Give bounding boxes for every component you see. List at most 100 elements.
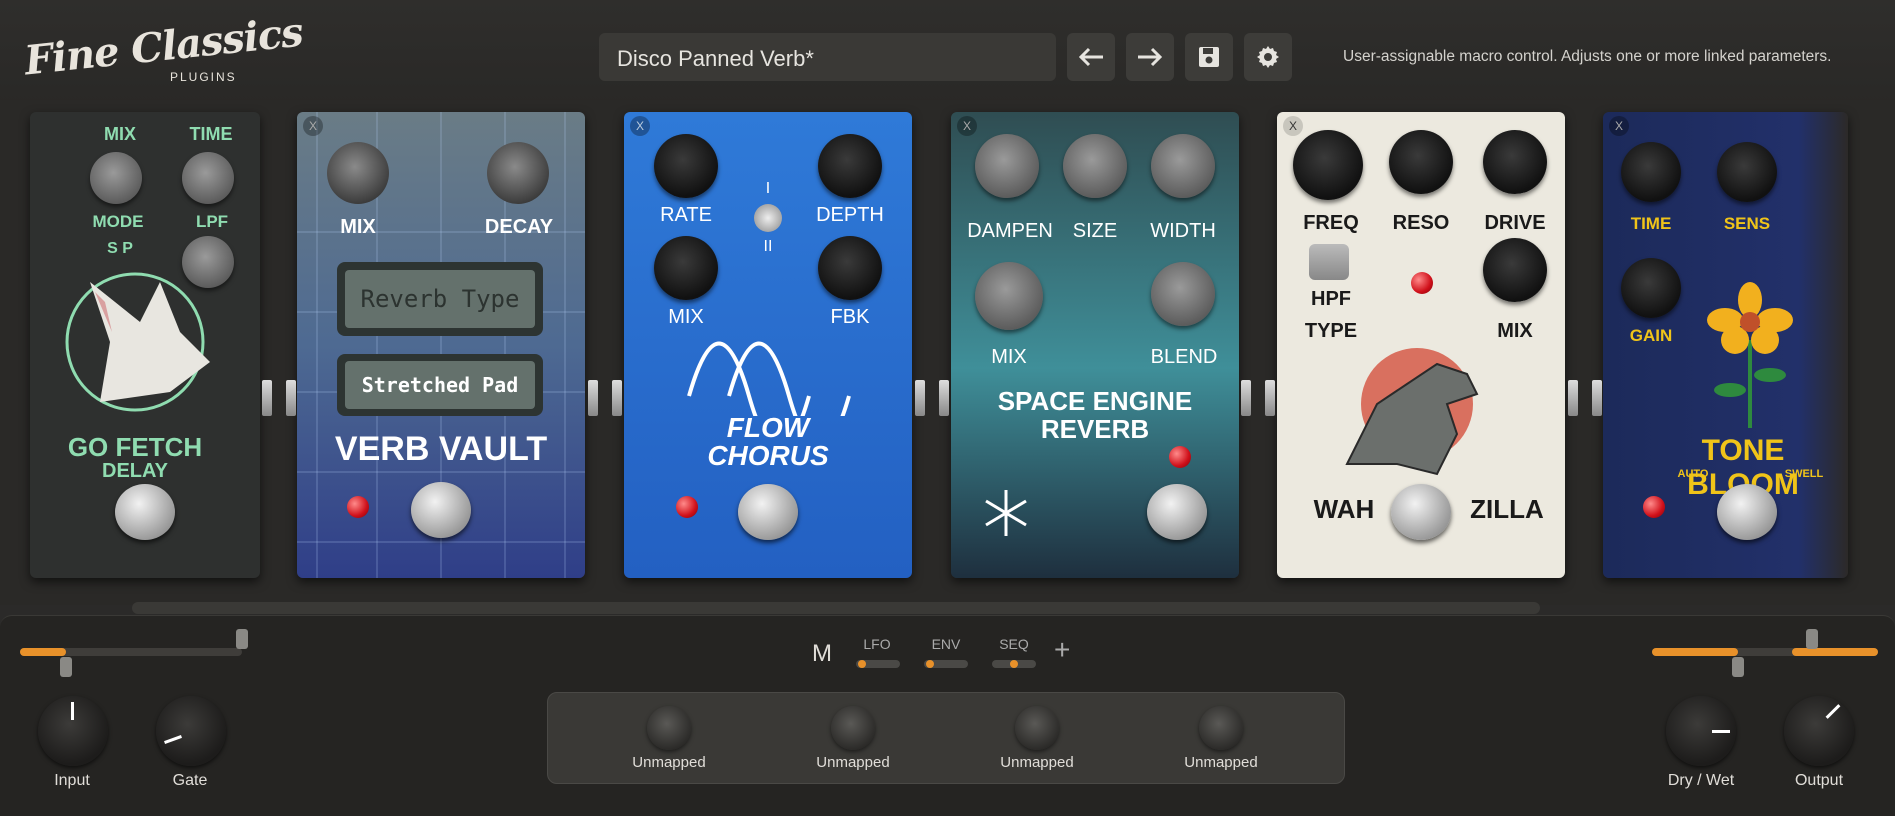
remove-bloom-button[interactable]: X bbox=[1609, 116, 1629, 136]
chorus-rate-knob[interactable] bbox=[654, 134, 718, 198]
wah-drive-label: DRIVE bbox=[1484, 212, 1546, 234]
env-tab[interactable]: ENV bbox=[926, 636, 966, 652]
save-icon bbox=[1199, 47, 1219, 67]
space-blend-label: BLEND bbox=[1150, 346, 1218, 368]
pedal-tone-bloom[interactable]: X TIME SENS GAIN TONE BLOOM AUTO SWELL bbox=[1603, 112, 1848, 578]
seq-slider[interactable] bbox=[992, 660, 1036, 668]
next-preset-button[interactable] bbox=[1126, 33, 1174, 81]
chorus-mix-knob[interactable] bbox=[654, 236, 718, 300]
verb-footswitch[interactable] bbox=[411, 482, 471, 538]
gate-threshold-handle[interactable] bbox=[236, 629, 248, 649]
pedal-space-engine[interactable]: X DAMPEN SIZE WIDTH MIX BLEND SPACE ENGI… bbox=[951, 112, 1239, 578]
macro-knob-3[interactable] bbox=[1015, 706, 1059, 750]
cable-jack bbox=[915, 380, 925, 416]
bloom-footswitch[interactable] bbox=[1717, 484, 1777, 540]
lfo-tab[interactable]: LFO bbox=[858, 636, 896, 652]
macro-knob-1[interactable] bbox=[647, 706, 691, 750]
bloom-gain-label: GAIN bbox=[1629, 326, 1673, 345]
dry-wet-knob[interactable] bbox=[1666, 696, 1736, 766]
bloom-sens-knob[interactable] bbox=[1717, 142, 1777, 202]
fetch-time-knob[interactable] bbox=[182, 152, 234, 204]
prev-preset-button[interactable] bbox=[1067, 33, 1115, 81]
lfo-slider[interactable] bbox=[856, 660, 900, 668]
logo-sub: PLUGINS bbox=[170, 70, 237, 84]
seq-tab[interactable]: SEQ bbox=[994, 636, 1034, 652]
wah-freq-knob[interactable] bbox=[1293, 130, 1363, 200]
chorus-fbk-knob[interactable] bbox=[818, 236, 882, 300]
space-led bbox=[1169, 446, 1191, 468]
space-footswitch[interactable] bbox=[1147, 484, 1207, 540]
save-button[interactable] bbox=[1185, 33, 1233, 81]
input-level-handle[interactable] bbox=[60, 657, 72, 677]
chorus-depth-label: DEPTH bbox=[816, 204, 884, 226]
chorus-depth-knob[interactable] bbox=[818, 134, 882, 198]
space-mix-knob[interactable] bbox=[975, 262, 1043, 330]
fetch-time-label: TIME bbox=[189, 124, 233, 144]
output-meter-fill-left bbox=[1652, 648, 1738, 656]
verb-mix-knob[interactable] bbox=[327, 142, 389, 204]
remove-verb-button[interactable]: X bbox=[303, 116, 323, 136]
space-blend-knob[interactable] bbox=[1151, 262, 1215, 326]
preset-name: Disco Panned Verb* bbox=[617, 46, 814, 71]
wah-name-right: ZILLA bbox=[1470, 494, 1544, 524]
chorus-rate-label: RATE bbox=[660, 204, 712, 226]
wah-reso-knob[interactable] bbox=[1389, 130, 1453, 194]
pedal-flow-chorus[interactable]: X RATE DEPTH I II MIX FBK FLOW CHORUS bbox=[624, 112, 912, 578]
cable-jack bbox=[1265, 380, 1275, 416]
cable-jack bbox=[1592, 380, 1602, 416]
gate-knob[interactable] bbox=[156, 696, 226, 766]
wah-drive-knob[interactable] bbox=[1483, 130, 1547, 194]
output-level-handle[interactable] bbox=[1732, 657, 1744, 677]
chorus-footswitch[interactable] bbox=[738, 484, 798, 540]
bloom-gain-knob[interactable] bbox=[1621, 258, 1681, 318]
preset-name-field[interactable]: Disco Panned Verb* bbox=[599, 33, 1056, 81]
monster-illustration bbox=[1345, 348, 1479, 476]
wah-freq-label: FREQ bbox=[1303, 212, 1359, 234]
output-knob[interactable] bbox=[1784, 696, 1854, 766]
fetch-mode-label: MODE bbox=[92, 212, 144, 231]
macro-knob-2[interactable] bbox=[831, 706, 875, 750]
arrow-left-icon bbox=[1078, 47, 1103, 67]
input-knob[interactable] bbox=[38, 696, 108, 766]
fetch-name: GO FETCH bbox=[67, 432, 203, 462]
space-width-knob[interactable] bbox=[1151, 134, 1215, 198]
rack-scrollbar[interactable] bbox=[132, 602, 1540, 614]
output-ceiling-handle[interactable] bbox=[1806, 629, 1818, 649]
verb-decay-knob[interactable] bbox=[487, 142, 549, 204]
verb-name: VERB VAULT bbox=[334, 430, 548, 468]
pedal-verb-vault[interactable]: X MIX DECAY Reverb Type Stretched Pad VE… bbox=[297, 112, 585, 578]
cable-jack bbox=[588, 380, 598, 416]
chorus-mode-toggle[interactable] bbox=[754, 204, 782, 232]
wah-footswitch[interactable] bbox=[1391, 484, 1451, 540]
wah-hpf-button[interactable] bbox=[1309, 244, 1349, 280]
fetch-sub: DELAY bbox=[102, 460, 168, 482]
chorus-led bbox=[676, 496, 698, 518]
space-size-knob[interactable] bbox=[1063, 134, 1127, 198]
fetch-mix-knob[interactable] bbox=[90, 152, 142, 204]
wave-graphic bbox=[687, 341, 851, 416]
remove-chorus-button[interactable]: X bbox=[630, 116, 650, 136]
reverb-type-display[interactable]: Reverb Type bbox=[337, 262, 543, 336]
reverb-preset-display[interactable]: Stretched Pad bbox=[337, 354, 543, 416]
wah-reso-label: RESO bbox=[1392, 212, 1450, 234]
bloom-time-knob[interactable] bbox=[1621, 142, 1681, 202]
verb-mix-label: MIX bbox=[340, 216, 376, 238]
chorus-switch-top-label: I bbox=[765, 180, 771, 197]
wah-mix-label: MIX bbox=[1497, 320, 1533, 342]
chorus-fbk-label: FBK bbox=[830, 306, 870, 328]
space-dampen-knob[interactable] bbox=[975, 134, 1039, 198]
fetch-footswitch[interactable] bbox=[115, 484, 175, 540]
macro-mode-button[interactable]: M bbox=[812, 640, 832, 668]
pedal-go-fetch[interactable]: MIX TIME MODE LPF S P GO FETCH DELAY bbox=[30, 112, 260, 578]
wah-mix-knob[interactable] bbox=[1483, 238, 1547, 302]
settings-button[interactable] bbox=[1244, 33, 1292, 81]
space-width-label: WIDTH bbox=[1150, 220, 1216, 242]
cable-jack bbox=[1568, 380, 1578, 416]
remove-space-button[interactable]: X bbox=[957, 116, 977, 136]
env-slider[interactable] bbox=[924, 660, 968, 668]
add-modulator-button[interactable]: + bbox=[1054, 634, 1070, 666]
pedal-wah-zilla[interactable]: X FREQ RESO DRIVE HPF TYPE MIX WAH ZILLA bbox=[1277, 112, 1565, 578]
macro-knob-4[interactable] bbox=[1199, 706, 1243, 750]
remove-wah-button[interactable]: X bbox=[1283, 116, 1303, 136]
fetch-mode-switch[interactable]: S P bbox=[70, 240, 170, 258]
